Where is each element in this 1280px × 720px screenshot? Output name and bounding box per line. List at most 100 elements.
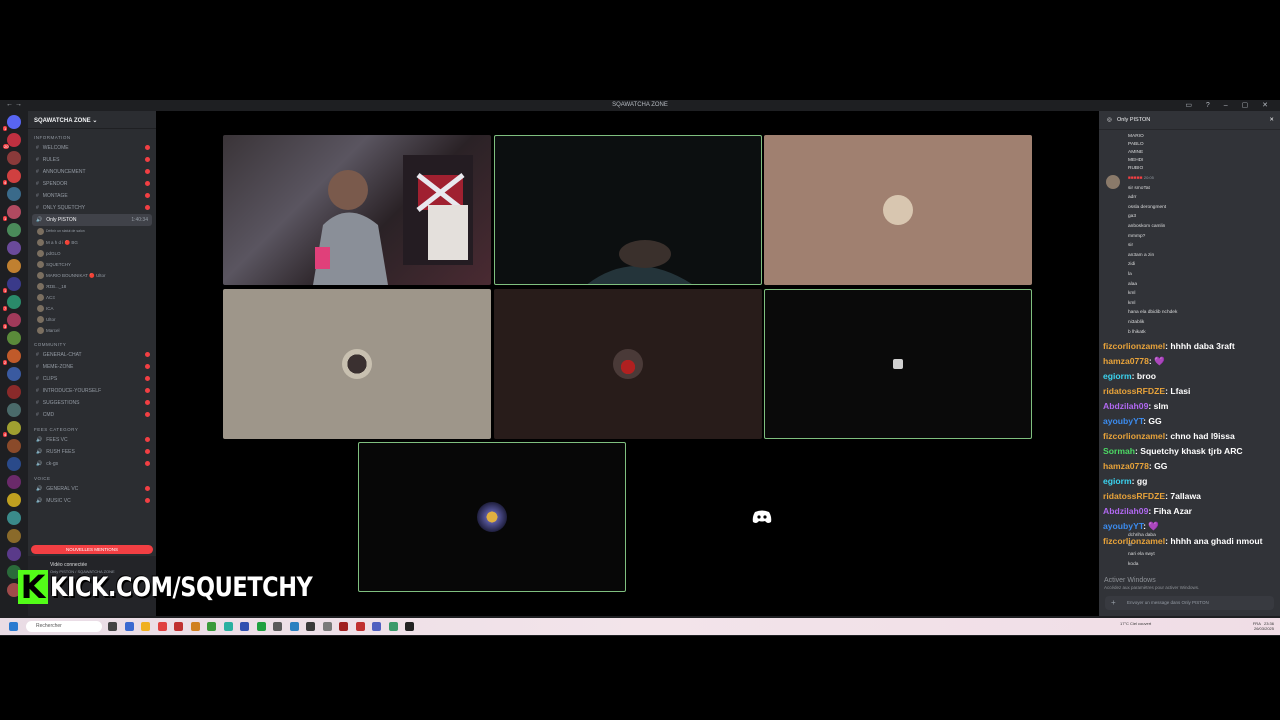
voice-user[interactable]: M a h d i 🔴 BG (28, 237, 156, 248)
channel-fees-2[interactable]: 🔊 ck-gs (28, 458, 156, 470)
taskbar-app-icon[interactable] (322, 622, 332, 631)
chat-username[interactable]: fizcorlionzamel (1103, 431, 1165, 441)
taskbar-app-icon[interactable] (306, 622, 315, 631)
channel-info-4[interactable]: # MONTAGE (28, 190, 156, 202)
taskbar-app-icon[interactable] (124, 622, 134, 631)
server-icon[interactable] (7, 187, 21, 201)
server-icon[interactable]: 1 (3, 205, 21, 221)
new-mentions-button[interactable]: NOUVELLES MENTIONS (31, 545, 153, 554)
taskbar-app-icon[interactable] (157, 622, 167, 631)
server-icon[interactable] (7, 439, 21, 453)
channel-fees-1[interactable]: 🔊 RUSH FEES (28, 446, 156, 458)
channel-community-4[interactable]: # SUGGESTIONS (28, 397, 156, 409)
voice-channel-only-piston[interactable]: 🔊 Only PISTON 1:40:34 (32, 214, 152, 226)
server-icon[interactable]: 2 (3, 349, 21, 365)
server-icon[interactable] (7, 151, 21, 165)
video-tile-dark-cam[interactable] (494, 135, 762, 285)
server-icon[interactable] (7, 511, 21, 525)
avatar[interactable] (1106, 175, 1120, 189)
video-tile-avatar-1[interactable] (764, 135, 1032, 285)
voice-user[interactable]: ЯΣB..._18 (28, 281, 156, 292)
channel-info-5[interactable]: # ONLY SQUETCHY (28, 202, 156, 214)
voice-user[interactable]: Ultor (28, 314, 156, 325)
video-tile-avatar-4[interactable] (764, 289, 1032, 439)
server-name[interactable]: SQAWATCHA ZONE ⌄ (28, 111, 156, 129)
voice-user[interactable]: MARIO BOUNNIKAT 🔴 Ultor (28, 270, 156, 281)
server-icon[interactable] (7, 529, 21, 543)
video-tile-avatar-2[interactable] (223, 289, 491, 439)
taskbar-app-icon[interactable] (372, 622, 381, 631)
channel-community-3[interactable]: # INTRODUCE-YOURSELF (28, 385, 156, 397)
category-fees[interactable]: FEES CATEGORY (34, 427, 156, 432)
chat-username[interactable]: hamza0778 (1103, 356, 1149, 366)
weather-widget[interactable]: 17°C Ciel couvert (1120, 621, 1151, 626)
channel-voice-0[interactable]: 🔊 GENERAL VC (28, 483, 156, 495)
video-tile-streamer[interactable] (223, 135, 491, 285)
taskbar-app-icon[interactable] (388, 622, 398, 631)
server-icon[interactable] (7, 547, 21, 561)
window-controls[interactable]: ▭ ? – ▢ ✕ (1185, 101, 1274, 109)
channel-community-2[interactable]: # CLIPS (28, 373, 156, 385)
server-icon[interactable]: 4 (3, 421, 21, 437)
server-icon[interactable] (7, 493, 21, 507)
taskbar-app-icon[interactable] (190, 622, 200, 631)
voice-user[interactable]: Marcel (28, 325, 156, 336)
taskbar-app-icon[interactable] (289, 622, 299, 631)
taskbar-app-icon[interactable] (405, 622, 414, 631)
message-input[interactable]: + Envoyer un message dans Only PISTON (1105, 596, 1274, 610)
voice-channel-status[interactable]: Définir un statut de salon (28, 226, 156, 237)
system-tray[interactable]: FRA 23:36 26/03/2025 (1253, 621, 1274, 631)
chat-username[interactable]: Abdzilah09 (1103, 506, 1148, 516)
chat-username[interactable]: egiorm (1103, 476, 1132, 486)
channel-community-0[interactable]: # GENERAL-CHAT (28, 349, 156, 361)
chat-username[interactable]: Sormah (1103, 446, 1135, 456)
server-icon[interactable] (7, 403, 21, 417)
channel-voice-1[interactable]: 🔊 MUSIC VC (28, 495, 156, 507)
server-icon[interactable]: 1 (3, 115, 21, 131)
taskbar-app-icon[interactable] (223, 622, 233, 631)
video-tile-avatar-5[interactable] (358, 442, 626, 592)
chat-username[interactable]: egiorm (1103, 371, 1132, 381)
taskbar-app-icon[interactable] (339, 622, 348, 631)
voice-user[interactable]: pdGLO (28, 248, 156, 259)
server-icon[interactable]: 4 (3, 169, 21, 185)
server-icon[interactable] (7, 385, 21, 399)
category-community[interactable]: COMMUNITY (34, 342, 156, 347)
chat-username[interactable]: fizcorlionzamel (1103, 536, 1165, 546)
server-icon[interactable] (7, 223, 21, 237)
channel-fees-0[interactable]: 🔊 FEES VC (28, 434, 156, 446)
taskbar-search[interactable]: Rechercher (26, 621, 102, 632)
voice-user[interactable]: ΛCΞ (28, 292, 156, 303)
server-icon[interactable]: 1 (3, 277, 21, 293)
server-icon[interactable] (7, 475, 21, 489)
server-icon[interactable]: 20 (3, 133, 21, 149)
chat-username[interactable]: ayoubyYT (1103, 416, 1143, 426)
channel-info-0[interactable]: # WELCOME (28, 142, 156, 154)
server-icon[interactable]: 7 (3, 295, 21, 311)
chat-username[interactable]: ridatossRFDZE (1103, 491, 1165, 501)
taskbar-app-icon[interactable] (141, 622, 150, 631)
voice-user[interactable]: ICA (28, 303, 156, 314)
server-icon[interactable] (7, 457, 21, 471)
channel-info-1[interactable]: # RULES (28, 154, 156, 166)
taskbar-app-icon[interactable] (207, 622, 216, 631)
chat-username[interactable]: ayoubyYT (1103, 521, 1143, 531)
taskbar-app-icon[interactable] (174, 622, 183, 631)
category-voice[interactable]: VOICE (34, 476, 156, 481)
channel-info-2[interactable]: # ANNOUNCEMENT (28, 166, 156, 178)
channel-info-3[interactable]: # SPENDOR (28, 178, 156, 190)
taskbar-app-icon[interactable] (240, 622, 249, 631)
taskbar-app-icon[interactable] (355, 622, 365, 631)
taskbar-app-icon[interactable] (256, 622, 266, 631)
chat-username[interactable]: Abdzilah09 (1103, 401, 1148, 411)
video-tile-avatar-3[interactable] (494, 289, 762, 439)
server-icon[interactable] (7, 331, 21, 345)
channel-community-1[interactable]: # MEME-ZONE (28, 361, 156, 373)
plus-icon[interactable]: + (1111, 596, 1116, 610)
server-icon[interactable]: 3 (3, 313, 21, 329)
message-author[interactable]: ■■■■■ (1128, 176, 1143, 181)
category-information[interactable]: INFORMATION (34, 135, 156, 140)
server-icon[interactable] (7, 367, 21, 381)
voice-user[interactable]: SQUETCHY (28, 259, 156, 270)
chat-username[interactable]: hamza0778 (1103, 461, 1149, 471)
